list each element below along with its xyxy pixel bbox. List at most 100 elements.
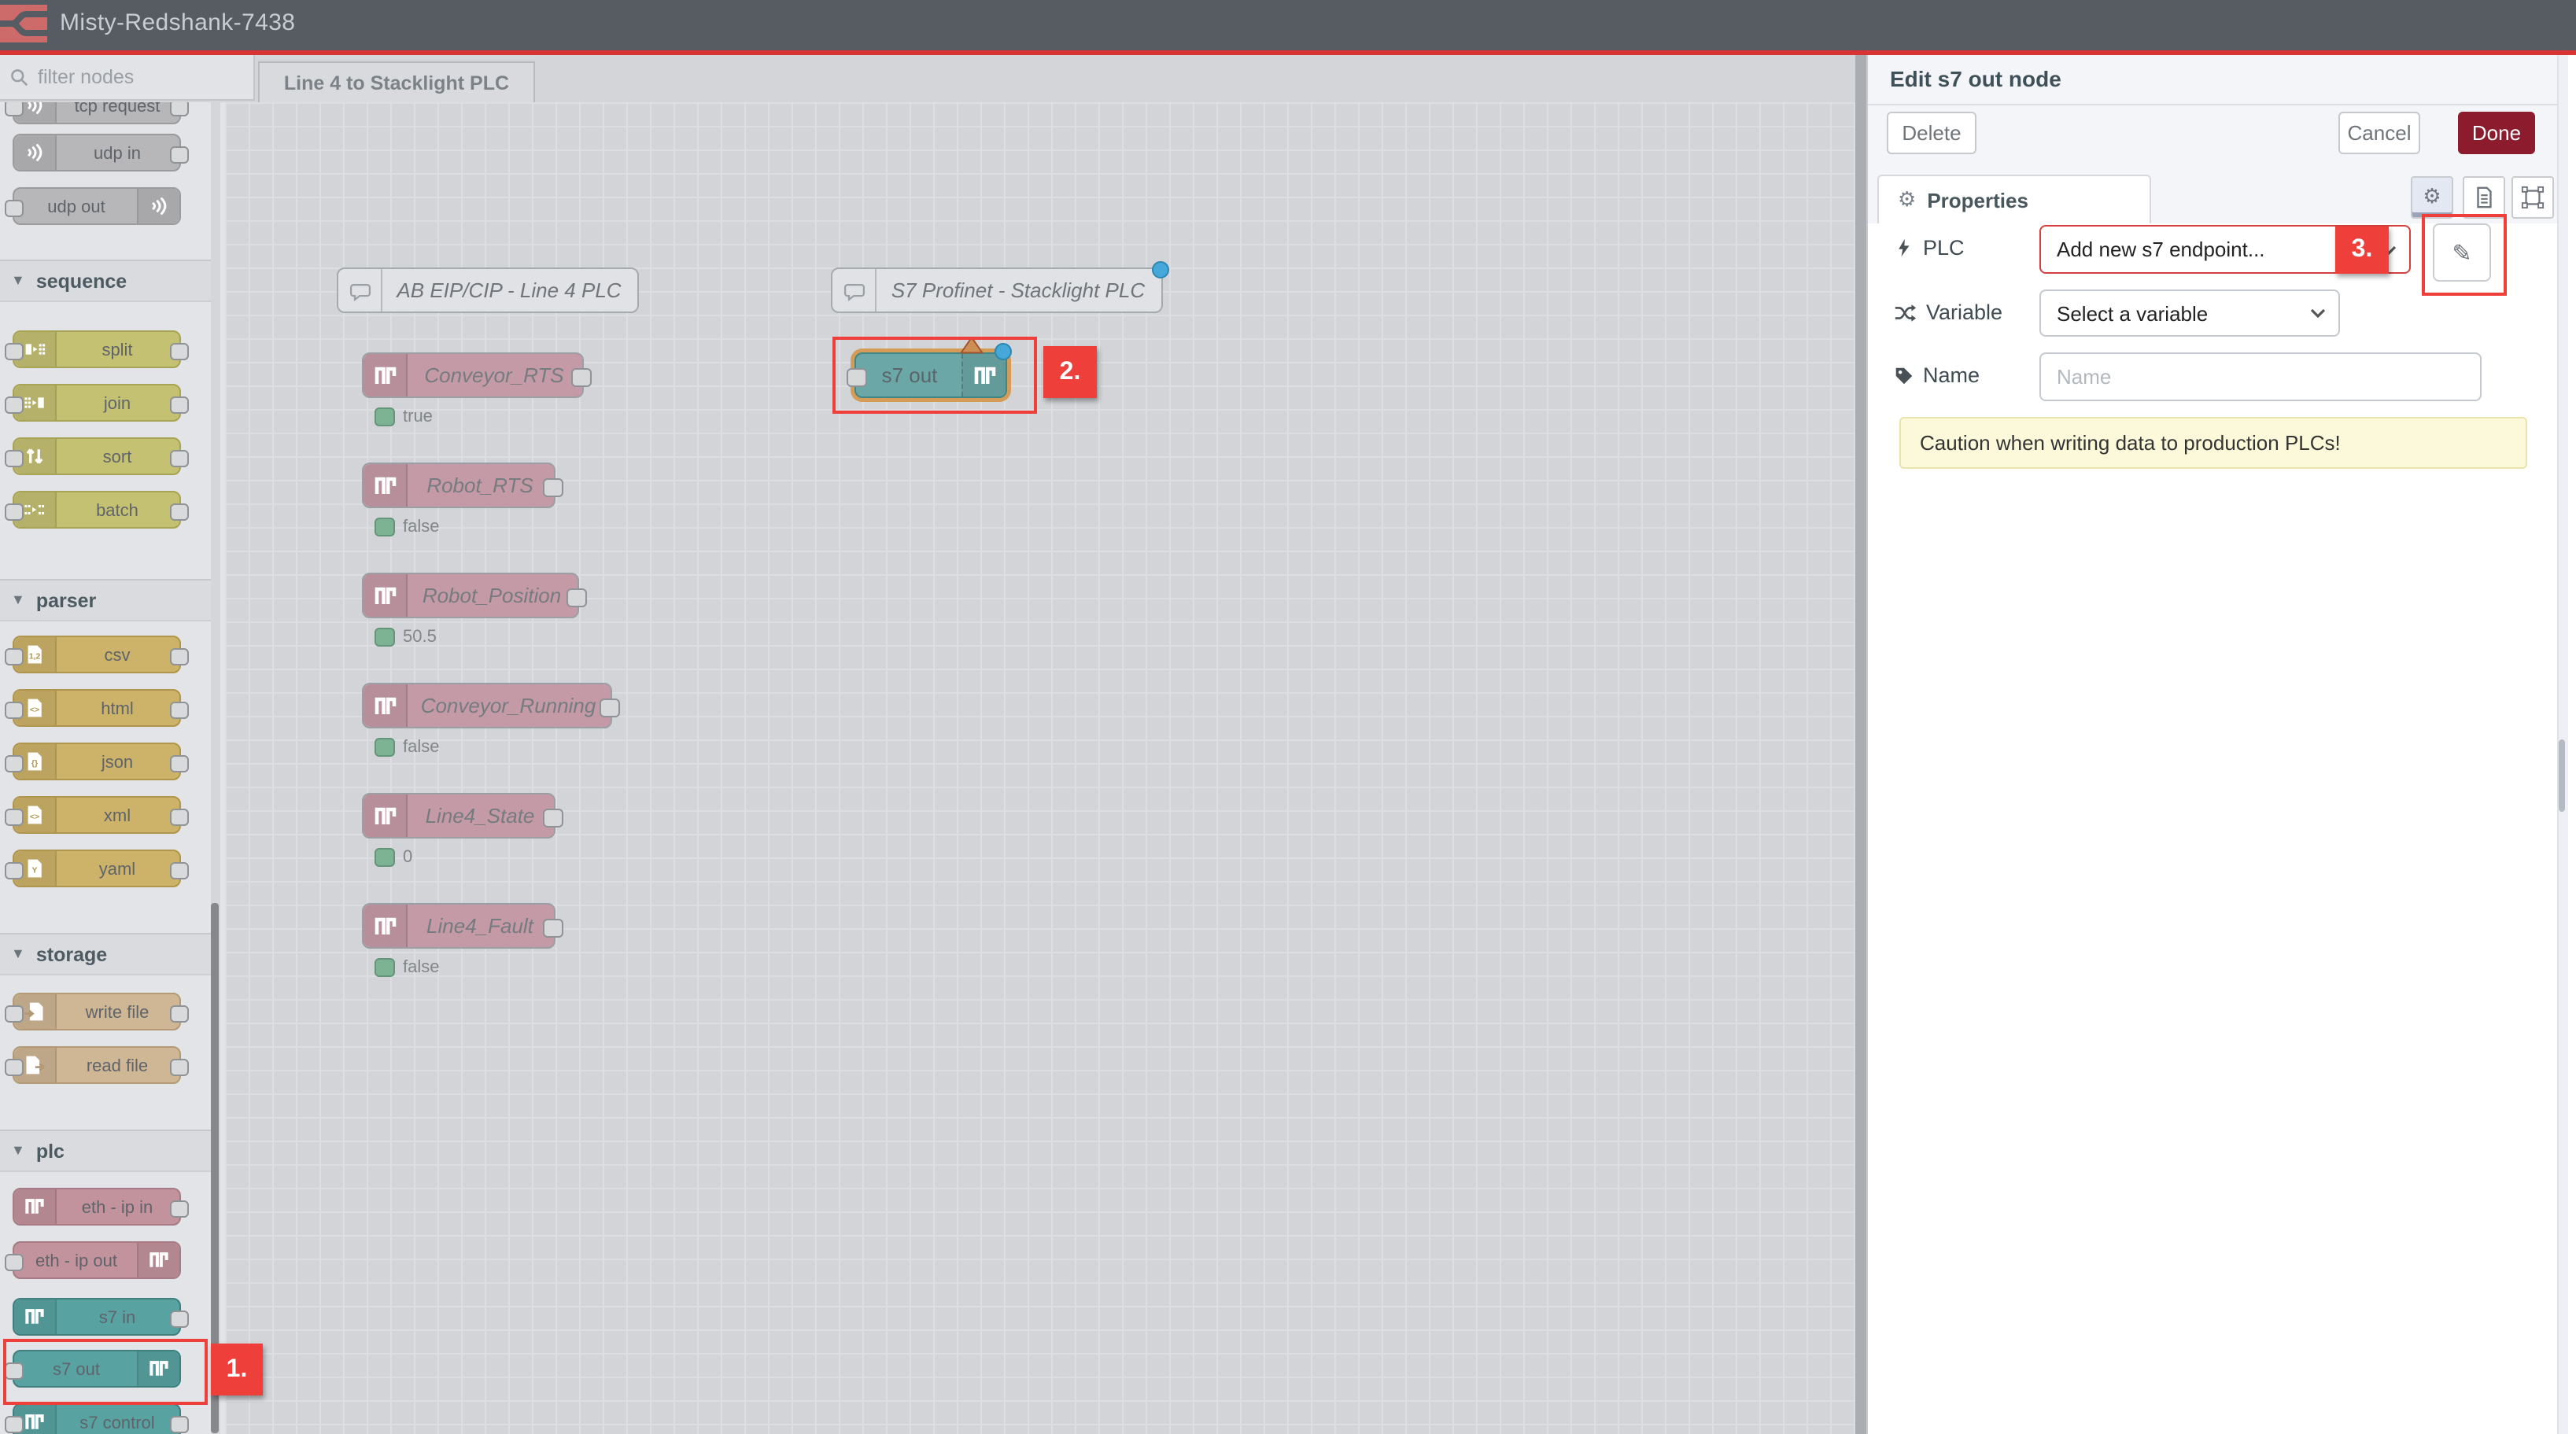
palette-node-read-file[interactable]: read file — [13, 1046, 181, 1084]
status-dot — [375, 847, 395, 866]
input-port — [5, 702, 24, 719]
annotation-badge-1: 1. — [211, 1344, 263, 1395]
svg-text:{}: {} — [31, 759, 38, 769]
status-dot — [375, 627, 395, 646]
node-status: 50.5 — [375, 626, 437, 647]
plc-field-label: PLC — [1895, 236, 1965, 260]
cancel-button[interactable]: Cancel — [2338, 112, 2420, 154]
workspace-toolbar: filter nodes Line 4 to Stacklight PLC — [0, 55, 1866, 102]
input-port — [5, 503, 24, 521]
chevron-down-icon: ▼ — [11, 1141, 25, 1157]
canvas-panel-divider[interactable] — [1855, 55, 1866, 1434]
output-port — [543, 478, 563, 497]
node-red-app: Misty-Redshank-7438 filter nodes Line 4 … — [0, 0, 2576, 1434]
canvas-node-Line4_Fault[interactable]: Line4_Fault — [362, 903, 555, 949]
canvas-node-Conveyor_Running[interactable]: Conveyor_Running — [362, 683, 612, 728]
description-icon-button[interactable] — [2463, 176, 2505, 219]
output-port — [170, 396, 189, 414]
flow-canvas[interactable]: AB EIP/CIP - Line 4 PLC S7 Profinet - St… — [225, 102, 1866, 1434]
squarewave-icon — [137, 1243, 179, 1277]
palette-section-sequence[interactable]: ▼ sequence — [0, 260, 211, 302]
chevron-down-icon — [2310, 308, 2326, 318]
squarewave-icon — [364, 794, 408, 837]
input-port — [5, 862, 24, 879]
squarewave-icon — [364, 354, 408, 396]
palette-search-input[interactable]: filter nodes — [0, 55, 255, 101]
palette-node-udp-in[interactable]: udp in — [13, 134, 181, 171]
squarewave-icon — [14, 1189, 57, 1224]
palette-search-placeholder: filter nodes — [38, 66, 134, 88]
lightning-icon — [1895, 238, 1914, 258]
appearance-icon-button[interactable] — [2511, 176, 2554, 219]
properties-icon-button[interactable]: ⚙ — [2411, 176, 2453, 219]
node-status: 0 — [375, 846, 412, 867]
flow-tab[interactable]: Line 4 to Stacklight PLC — [258, 61, 535, 104]
annotation-box-1 — [3, 1339, 208, 1405]
squarewave-icon — [364, 464, 408, 507]
palette-node-xml[interactable]: <>xml — [13, 796, 181, 834]
canvas-node-Robot_Position[interactable]: Robot_Position — [362, 573, 579, 618]
palette-node-csv[interactable]: 1,2csv — [13, 636, 181, 673]
palette-node-join[interactable]: join — [13, 384, 181, 422]
canvas-node-Line4_State[interactable]: Line4_State — [362, 793, 555, 839]
palette-node-json[interactable]: {}json — [13, 743, 181, 780]
annotation-badge-3: 3. — [2335, 227, 2389, 274]
input-port — [5, 200, 24, 217]
output-port — [170, 450, 189, 467]
squarewave-icon — [364, 684, 408, 727]
variable-select[interactable]: Select a variable — [2039, 289, 2340, 337]
output-port — [170, 862, 189, 879]
comment-node[interactable]: AB EIP/CIP - Line 4 PLC — [337, 267, 639, 313]
palette-node-s7-control[interactable]: s7 control — [13, 1403, 181, 1434]
status-dot — [375, 517, 395, 536]
output-port — [170, 755, 189, 772]
tab-properties[interactable]: ⚙ Properties — [1877, 175, 2151, 223]
wave-icon — [137, 189, 179, 223]
palette-node-s7-in[interactable]: s7 in — [13, 1298, 181, 1336]
input-port — [5, 755, 24, 772]
comment-bubble-icon — [832, 269, 877, 311]
output-port — [600, 699, 620, 717]
svg-text:<>: <> — [30, 813, 39, 822]
output-port — [170, 102, 189, 116]
palette-node-split[interactable]: split — [13, 330, 181, 368]
palette-section-storage[interactable]: ▼ storage — [0, 933, 211, 975]
name-input[interactable] — [2039, 352, 2482, 401]
output-port — [170, 1200, 189, 1218]
canvas-node-Conveyor_RTS[interactable]: Conveyor_RTS — [362, 352, 584, 398]
output-port — [170, 702, 189, 719]
edit-tray-title: Edit s7 out node — [1890, 55, 2061, 104]
document-icon — [2472, 186, 2496, 209]
palette-node-eth-ip-in[interactable]: eth - ip in — [13, 1188, 181, 1226]
palette-node-eth-ip-out[interactable]: eth - ip out — [13, 1241, 181, 1279]
delete-button[interactable]: Delete — [1887, 112, 1976, 154]
search-icon — [9, 68, 28, 87]
palette-section-parser[interactable]: ▼ parser — [0, 579, 211, 621]
annotation-box-3 — [2422, 214, 2507, 296]
node-status: false — [375, 957, 440, 977]
comment-bubble-icon — [338, 269, 382, 311]
palette-node-tcp-request[interactable]: tcp request — [13, 102, 181, 124]
tag-icon — [1895, 366, 1914, 385]
output-port — [170, 1005, 189, 1023]
palette-node-yaml[interactable]: Yyaml — [13, 850, 181, 887]
palette-section-plc[interactable]: ▼ plc — [0, 1130, 211, 1172]
palette-node-write-file[interactable]: write file — [13, 993, 181, 1030]
comment-node[interactable]: S7 Profinet - Stacklight PLC — [831, 267, 1163, 313]
input-port — [5, 1059, 24, 1076]
palette-node-html[interactable]: <>html — [13, 689, 181, 727]
name-field-label: Name — [1895, 363, 1980, 387]
done-button[interactable]: Done — [2458, 112, 2535, 154]
shuffle-icon — [1895, 303, 1917, 322]
input-port — [5, 396, 24, 414]
squarewave-icon — [364, 574, 408, 617]
canvas-node-Robot_RTS[interactable]: Robot_RTS — [362, 463, 555, 508]
tray-scrollbar-thumb[interactable] — [2559, 739, 2565, 812]
palette-node-batch[interactable]: batch — [13, 491, 181, 529]
palette-node-udp-out[interactable]: udp out — [13, 187, 181, 225]
gear-icon: ⚙ — [2423, 186, 2441, 209]
annotation-badge-2: 2. — [1043, 346, 1097, 398]
palette-node-sort[interactable]: sort — [13, 437, 181, 475]
output-port — [170, 1416, 189, 1433]
output-port — [170, 146, 189, 164]
